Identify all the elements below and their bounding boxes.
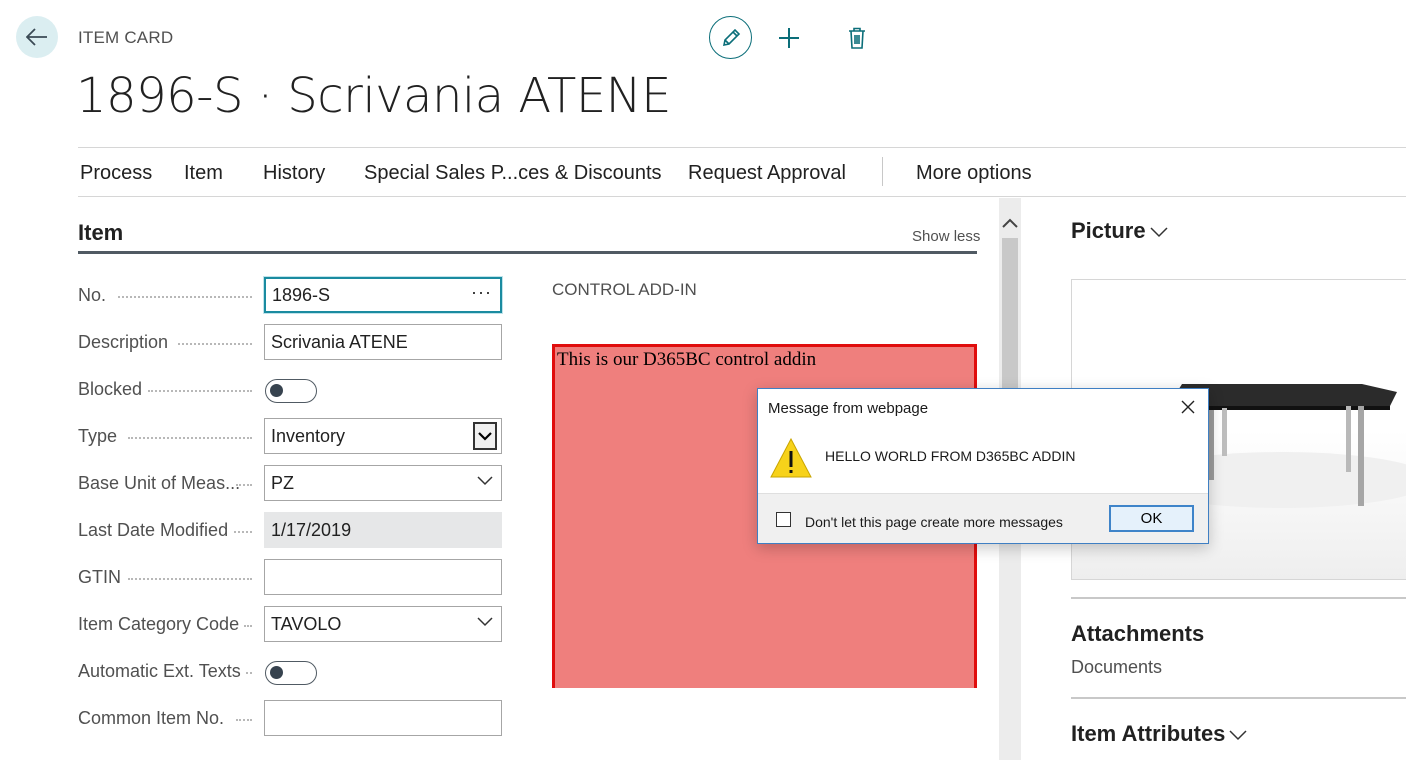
- edit-button[interactable]: [709, 16, 752, 59]
- arrow-left-icon: [26, 28, 47, 46]
- menu-request-approval[interactable]: Request Approval: [688, 162, 846, 185]
- chevron-up-icon: [1002, 218, 1018, 228]
- pencil-icon: [722, 28, 740, 46]
- suppress-messages-checkbox[interactable]: [776, 512, 791, 527]
- common-no-field[interactable]: [264, 700, 502, 736]
- message-dialog: Message from webpage HELLO WORLD FROM D3…: [757, 388, 1209, 544]
- type-select[interactable]: Inventory: [264, 418, 502, 454]
- scroll-up-button[interactable]: [999, 216, 1021, 230]
- suppress-messages-label[interactable]: Don't let this page create more messages: [805, 514, 1063, 530]
- no-field-value: 1896-S: [272, 285, 331, 305]
- gtin-field[interactable]: [264, 559, 502, 595]
- chevron-down-icon: [477, 476, 493, 486]
- type-select-value: Inventory: [271, 426, 346, 446]
- field-leader-dots: [244, 625, 252, 627]
- field-leader-dots: [178, 343, 252, 345]
- field-label-auto-ext: Automatic Ext. Texts: [78, 661, 241, 681]
- ok-button[interactable]: OK: [1109, 505, 1194, 532]
- no-field[interactable]: 1896-S ···: [264, 277, 502, 313]
- fasttab-rule: [78, 251, 977, 254]
- base-unit-select[interactable]: PZ: [264, 465, 502, 501]
- picture-factbox-title[interactable]: Picture: [1071, 218, 1168, 244]
- auto-ext-toggle[interactable]: [265, 661, 317, 685]
- field-label-no: No.: [78, 285, 107, 305]
- dialog-title: Message from webpage: [768, 400, 929, 417]
- plus-icon: [779, 27, 799, 48]
- picture-title-text: Picture: [1071, 218, 1146, 243]
- chevron-down-icon: [1229, 730, 1247, 740]
- factbox-divider: [1071, 697, 1406, 699]
- field-leader-dots: [128, 437, 252, 439]
- dialog-footer: Don't let this page create more messages…: [758, 493, 1208, 543]
- delete-button[interactable]: [846, 27, 868, 49]
- toggle-knob: [270, 384, 283, 397]
- base-unit-value: PZ: [271, 473, 295, 493]
- dropdown-button[interactable]: [473, 422, 497, 450]
- factbox-divider: [1071, 597, 1406, 599]
- item-attributes-title[interactable]: Item Attributes: [1071, 721, 1247, 747]
- dialog-message: HELLO WORLD FROM D365BC ADDIN: [825, 448, 1076, 464]
- action-bar: Process Item History Special Sales P...c…: [78, 147, 1406, 197]
- field-label-gtin: GTIN: [78, 567, 121, 587]
- action-bar-divider: [882, 157, 883, 186]
- field-leader-dots: [236, 719, 252, 721]
- menu-special-sales-prices[interactable]: Special Sales P...ces & Discounts: [364, 162, 662, 185]
- addin-caption: CONTROL ADD-IN: [552, 280, 697, 299]
- field-label-type: Type: [78, 426, 118, 446]
- page-kind-label: ITEM CARD: [78, 28, 174, 47]
- field-leader-dots: [246, 672, 252, 674]
- close-icon[interactable]: [1180, 399, 1196, 415]
- chevron-down-icon: [477, 617, 493, 627]
- field-leader-dots: [118, 296, 252, 298]
- scroll-thumb[interactable]: [1002, 238, 1018, 388]
- blocked-toggle[interactable]: [265, 379, 317, 403]
- field-label-description: Description: [78, 332, 169, 352]
- field-label-blocked: Blocked: [78, 379, 143, 399]
- field-leader-dots: [236, 484, 252, 486]
- field-label-category: Item Category Code: [78, 614, 240, 634]
- field-leader-dots: [148, 390, 252, 392]
- item-attributes-text: Item Attributes: [1071, 721, 1226, 746]
- new-button[interactable]: [778, 27, 800, 49]
- show-less-link[interactable]: Show less: [912, 228, 980, 245]
- documents-link[interactable]: Documents: [1071, 657, 1162, 678]
- menu-more-options[interactable]: More options: [916, 162, 1032, 185]
- field-leader-dots: [128, 578, 252, 580]
- menu-process[interactable]: Process: [80, 162, 152, 185]
- card-actions: [709, 16, 868, 59]
- ellipsis-icon[interactable]: ···: [471, 282, 492, 303]
- field-leader-dots: [234, 531, 252, 533]
- field-label-last-date: Last Date Modified: [78, 520, 229, 540]
- page-title: 1896-S · Scrivania ATENE: [76, 68, 671, 124]
- chevron-down-icon: [1150, 227, 1168, 237]
- category-select[interactable]: TAVOLO: [264, 606, 502, 642]
- addin-text: This is our D365BC control addin: [557, 349, 817, 370]
- category-value: TAVOLO: [271, 614, 342, 634]
- menu-history[interactable]: History: [263, 162, 325, 185]
- warning-icon: [770, 437, 812, 478]
- last-date-field: 1/17/2019: [264, 512, 502, 548]
- field-label-base-unit: Base Unit of Meas...: [78, 473, 241, 493]
- description-field[interactable]: Scrivania ATENE: [264, 324, 502, 360]
- chevron-down-icon: [478, 432, 492, 441]
- back-button[interactable]: [16, 16, 58, 58]
- toggle-knob: [270, 666, 283, 679]
- menu-item[interactable]: Item: [184, 162, 223, 185]
- trash-icon: [849, 27, 865, 49]
- field-label-common-no: Common Item No.: [78, 708, 225, 728]
- attachments-title[interactable]: Attachments: [1071, 621, 1204, 647]
- fasttab-item-title[interactable]: Item: [78, 220, 123, 246]
